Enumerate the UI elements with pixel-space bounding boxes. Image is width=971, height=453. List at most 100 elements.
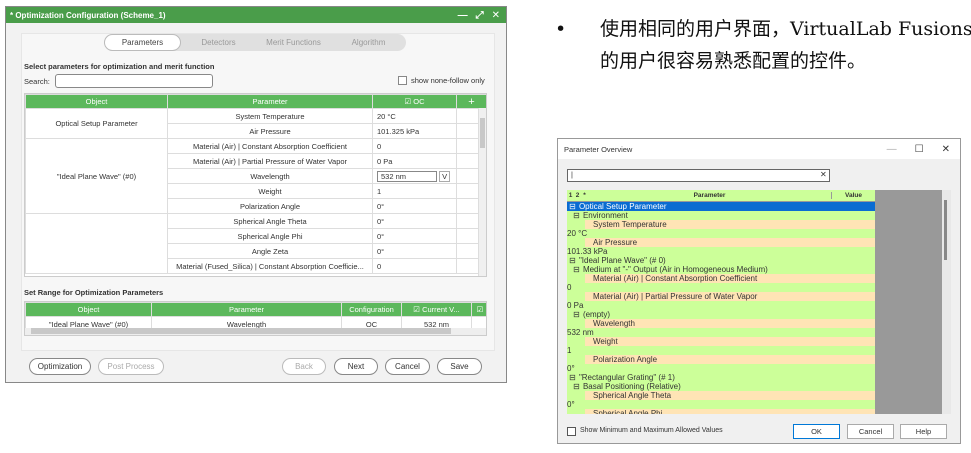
clear-search-icon[interactable]: ✕	[820, 170, 827, 179]
po-row-name: System Temperature	[585, 220, 875, 229]
maximize-icon[interactable]: ⤢	[476, 10, 484, 21]
horizontal-scrollbar[interactable]	[25, 328, 486, 335]
add-column-button[interactable]: +	[456, 94, 486, 109]
cancel-button[interactable]: Cancel	[847, 424, 894, 439]
wavelength-input[interactable]: 532 nm	[377, 170, 437, 182]
value-cell[interactable]: 0°	[372, 213, 457, 229]
scrollbar-thumb[interactable]	[31, 328, 451, 334]
minimize-icon[interactable]: —	[458, 10, 468, 21]
back-button[interactable]: Back	[282, 358, 326, 375]
po-tree-row[interactable]: Weight 1	[567, 337, 875, 355]
po-tree-row[interactable]: ⊟ Medium at "-" Output (Air in Homogeneo…	[567, 265, 875, 274]
po-empty-area	[875, 190, 942, 414]
value-cell[interactable]: 0	[372, 138, 457, 154]
collapse-icon[interactable]: ⊟	[567, 211, 582, 220]
show-nonfollow-checkbox[interactable]	[398, 76, 407, 85]
save-button[interactable]: Save	[437, 358, 482, 375]
po-row-name: Spherical Angle Phi	[585, 409, 875, 414]
po-tree-row[interactable]: Material (Air) | Constant Absorption Coe…	[567, 274, 875, 292]
next-button[interactable]: Next	[334, 358, 378, 375]
close-icon[interactable]: ✕	[492, 10, 500, 21]
vertical-scrollbar[interactable]	[478, 108, 486, 276]
po-tree-row[interactable]: System Temperature 20 °C	[567, 220, 875, 238]
unit-dropdown[interactable]: V	[439, 170, 451, 182]
oc-tabs: Parameters Detectors Merit Functions Alg…	[104, 34, 406, 51]
object-cell: Optical Setup Parameter	[25, 108, 168, 139]
po-tree-row[interactable]: ⊟ (empty)	[567, 310, 875, 319]
col-object: Object	[25, 94, 168, 109]
maximize-icon[interactable]: ☐	[915, 144, 924, 155]
show-min-max-label: Show Minimum and Maximum Allowed Values	[580, 427, 723, 434]
optimization-button[interactable]: Optimization	[29, 358, 91, 375]
po-row-value: 20 °C	[567, 229, 588, 238]
minimize-icon[interactable]: —	[887, 144, 897, 155]
value-cell[interactable]: 0°	[372, 198, 457, 214]
value-cell[interactable]: 0	[372, 258, 457, 274]
level-2-button[interactable]: 2	[574, 192, 581, 199]
param-cell: Material (Air) | Partial Pressure of Wat…	[167, 153, 373, 169]
po-tree-row[interactable]: ⊟ Basal Positioning (Relative)	[567, 382, 875, 391]
level-all-button[interactable]: *	[581, 192, 588, 199]
help-button[interactable]: Help	[900, 424, 947, 439]
param-cell: Weight	[167, 183, 373, 199]
optimization-configuration-window: * Optimization Configuration (Scheme_1) …	[5, 6, 507, 383]
cancel-button[interactable]: Cancel	[385, 358, 430, 375]
post-process-button[interactable]: Post Process	[98, 358, 164, 375]
value-cell[interactable]: 0 Pa	[372, 153, 457, 169]
value-cell[interactable]: 0°	[372, 243, 457, 259]
tab-merit-functions[interactable]: Merit Functions	[256, 34, 331, 51]
value-cell[interactable]: 101.325 kPa	[372, 123, 457, 139]
collapse-icon[interactable]: ⊟	[567, 202, 578, 211]
tab-parameters[interactable]: Parameters	[104, 34, 181, 51]
value-cell[interactable]: 0°	[372, 228, 457, 244]
col-oc[interactable]: ☑ OC	[372, 94, 457, 109]
value-cell[interactable]: 20 °C	[372, 108, 457, 124]
search-input[interactable]	[55, 74, 213, 88]
po-tree: ⊟ Optical Setup Parameter ⊟ Environment Sy…	[567, 202, 875, 414]
parameter-table: Object Parameter ☑ OC + Optical Setup Pa…	[24, 93, 487, 277]
param-cell: Polarization Angle	[167, 198, 373, 214]
col-parameter: Parameter	[167, 94, 373, 109]
tab-algorithm[interactable]: Algorithm	[331, 34, 406, 51]
po-tree-row[interactable]: Material (Air) | Partial Pressure of Wat…	[567, 292, 875, 310]
po-row-value: 0	[567, 283, 572, 292]
show-nonfollow-label: show none-follow only	[411, 76, 485, 85]
po-tree-row[interactable]: Air Pressure 101.33 kPa	[567, 238, 875, 256]
po-col-value: Value	[831, 192, 875, 199]
close-icon[interactable]: ✕	[942, 144, 950, 155]
po-tree-row[interactable]: Spherical Angle Phi0°	[567, 409, 875, 414]
po-header: 1 2 * Parameter Value	[567, 190, 875, 202]
po-tree-row[interactable]: ⊟ Environment	[567, 211, 875, 220]
po-row-name: "Rectangular Grating" (# 1)	[578, 373, 675, 382]
object-cell: "Ideal Plane Wave" (#0)	[25, 138, 168, 214]
po-row-name: Optical Setup Parameter	[578, 202, 667, 211]
collapse-icon[interactable]: ⊟	[567, 265, 582, 274]
po-search-input[interactable]: |	[567, 169, 830, 182]
edit-icon[interactable]: ☑	[471, 302, 486, 317]
level-1-button[interactable]: 1	[567, 192, 574, 199]
range-col-configuration: Configuration	[341, 302, 402, 317]
po-tree-row[interactable]: ⊟ "Ideal Plane Wave" (# 0)	[567, 256, 875, 265]
param-cell: Spherical Angle Phi	[167, 228, 373, 244]
tab-detectors[interactable]: Detectors	[181, 34, 256, 51]
scrollbar-thumb[interactable]	[480, 118, 485, 148]
ok-button[interactable]: OK	[793, 424, 840, 439]
po-tree-row[interactable]: ⊟ Optical Setup Parameter	[567, 202, 875, 211]
po-tree-row[interactable]: Spherical Angle Theta 0°	[567, 391, 875, 409]
scrollbar-thumb[interactable]	[944, 200, 947, 260]
range-col-current: ☑ Current V...	[401, 302, 472, 317]
show-min-max-checkbox[interactable]	[567, 427, 576, 436]
wavelength-value-cell[interactable]: 532 nm V	[372, 168, 457, 184]
collapse-icon[interactable]: ⊟	[567, 373, 578, 382]
param-cell: Air Pressure	[167, 123, 373, 139]
po-tree-row[interactable]: Polarization Angle 0°	[567, 355, 875, 373]
range-col-parameter: Parameter	[151, 302, 342, 317]
parameter-overview-window: Parameter Overview — ☐ ✕ | ✕ 1 2 * Param…	[557, 138, 961, 444]
po-tree-row[interactable]: ⊟ "Rectangular Grating" (# 1)	[567, 373, 875, 382]
collapse-icon[interactable]: ⊟	[567, 256, 578, 265]
value-cell[interactable]: 1	[372, 183, 457, 199]
collapse-icon[interactable]: ⊟	[567, 382, 582, 391]
collapse-icon[interactable]: ⊟	[567, 310, 582, 319]
po-tree-row[interactable]: Wavelength 532 nm	[567, 319, 875, 337]
po-scrollbar[interactable]	[942, 190, 951, 414]
